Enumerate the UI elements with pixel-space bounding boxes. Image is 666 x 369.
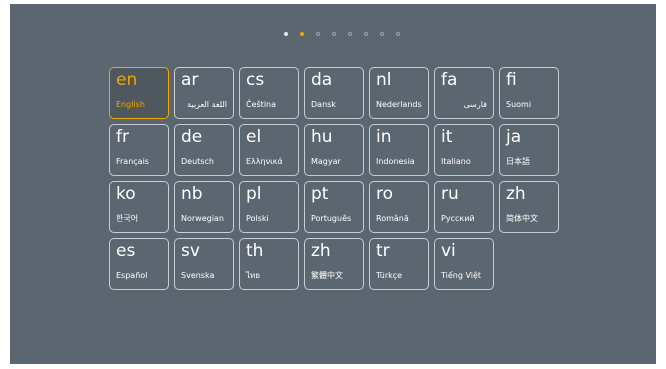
language-code: da xyxy=(311,70,333,90)
language-name: Indonesia xyxy=(376,157,415,166)
language-tile-da[interactable]: da Dansk xyxy=(304,67,364,119)
language-name: Türkçe xyxy=(376,271,403,280)
page-dot-5[interactable] xyxy=(348,32,352,36)
language-name: Magyar xyxy=(311,157,341,166)
language-code: ar xyxy=(181,70,199,90)
language-name: Čeština xyxy=(246,100,277,109)
language-code: ro xyxy=(376,184,394,204)
language-name: Tiếng Việt xyxy=(441,271,482,280)
language-tile-ro[interactable]: ro Română xyxy=(369,181,429,233)
page-dot-2[interactable] xyxy=(300,32,304,36)
language-name: Nederlands xyxy=(376,100,422,109)
page-dot-6[interactable] xyxy=(364,32,368,36)
language-name: Suomi xyxy=(506,100,532,109)
language-tile-hu[interactable]: hu Magyar xyxy=(304,124,364,176)
language-name: ไทย xyxy=(246,271,260,280)
language-code: pt xyxy=(311,184,329,204)
language-code: cs xyxy=(246,70,265,90)
language-tile-fa[interactable]: fa فارسی xyxy=(434,67,494,119)
language-code: pl xyxy=(246,184,262,204)
language-name: Español xyxy=(116,271,148,280)
page-dot-1[interactable] xyxy=(284,32,288,36)
language-code: zh xyxy=(506,184,526,204)
language-tile-ru[interactable]: ru Русский xyxy=(434,181,494,233)
language-tile-ja[interactable]: ja 日本語 xyxy=(499,124,559,176)
language-code: zh xyxy=(311,241,331,261)
language-tile-zh[interactable]: zh 简体中文 xyxy=(499,181,559,233)
page-dot-7[interactable] xyxy=(380,32,384,36)
language-tile-fr[interactable]: fr Français xyxy=(109,124,169,176)
page-indicator xyxy=(284,30,412,38)
language-code: fr xyxy=(116,127,129,147)
language-tile-ar[interactable]: ar اللغة العربية xyxy=(174,67,234,119)
language-code: fa xyxy=(441,70,458,90)
language-tile-it[interactable]: it Italiano xyxy=(434,124,494,176)
language-code: vi xyxy=(441,241,456,261)
language-tile-el[interactable]: el Ελληνικά xyxy=(239,124,299,176)
language-name: Deutsch xyxy=(181,157,214,166)
language-code: nl xyxy=(376,70,392,90)
language-tile-th[interactable]: th ไทย xyxy=(239,238,299,290)
language-code: fi xyxy=(506,70,517,90)
language-name: Ελληνικά xyxy=(246,157,283,166)
language-tile-es[interactable]: es Español xyxy=(109,238,169,290)
language-tile-sv[interactable]: sv Svenska xyxy=(174,238,234,290)
language-name: Português xyxy=(311,214,352,223)
language-tile-nl[interactable]: nl Nederlands xyxy=(369,67,429,119)
language-name: Norwegian xyxy=(181,214,224,223)
language-tile-en[interactable]: en English xyxy=(109,67,169,119)
language-code: de xyxy=(181,127,203,147)
language-code: in xyxy=(376,127,392,147)
language-tile-pl[interactable]: pl Polski xyxy=(239,181,299,233)
language-name: Русский xyxy=(441,214,475,223)
language-tile-fi[interactable]: fi Suomi xyxy=(499,67,559,119)
language-selection-screen: en English ar اللغة العربية cs Čeština da Dansk… xyxy=(10,4,656,364)
language-name: Italiano xyxy=(441,157,471,166)
language-code: tr xyxy=(376,241,390,261)
language-name: Français xyxy=(116,157,149,166)
language-name: Polski xyxy=(246,214,269,223)
language-name: Svenska xyxy=(181,271,215,280)
language-code: nb xyxy=(181,184,203,204)
language-tile-de[interactable]: de Deutsch xyxy=(174,124,234,176)
language-tile-cs[interactable]: cs Čeština xyxy=(239,67,299,119)
language-code: ru xyxy=(441,184,459,204)
page-dot-8[interactable] xyxy=(396,32,400,36)
page-dot-4[interactable] xyxy=(332,32,336,36)
language-code: en xyxy=(116,70,138,90)
language-code: sv xyxy=(181,241,200,261)
language-tile-zh[interactable]: zh 繁體中文 xyxy=(304,238,364,290)
language-name: 한국어 xyxy=(116,214,139,223)
language-tile-in[interactable]: in Indonesia xyxy=(369,124,429,176)
language-tile-ko[interactable]: ko 한국어 xyxy=(109,181,169,233)
language-name: اللغة العربية xyxy=(187,100,227,109)
language-grid: en English ar اللغة العربية cs Čeština da Dansk… xyxy=(109,67,559,290)
language-code: hu xyxy=(311,127,333,147)
language-tile-tr[interactable]: tr Türkçe xyxy=(369,238,429,290)
language-name: فارسی xyxy=(463,100,488,109)
language-tile-nb[interactable]: nb Norwegian xyxy=(174,181,234,233)
language-tile-pt[interactable]: pt Português xyxy=(304,181,364,233)
language-name: English xyxy=(116,100,145,109)
language-name: 繁體中文 xyxy=(311,271,343,280)
language-code: ja xyxy=(506,127,522,147)
language-code: es xyxy=(116,241,136,261)
page-dot-3[interactable] xyxy=(316,32,320,36)
language-name: Dansk xyxy=(311,100,336,109)
language-tile-vi[interactable]: vi Tiếng Việt xyxy=(434,238,494,290)
language-name: 日本語 xyxy=(506,157,530,166)
language-code: el xyxy=(246,127,262,147)
language-name: Română xyxy=(376,214,409,223)
language-code: ko xyxy=(116,184,136,204)
language-name: 简体中文 xyxy=(506,214,538,223)
language-code: th xyxy=(246,241,264,261)
language-code: it xyxy=(441,127,453,147)
